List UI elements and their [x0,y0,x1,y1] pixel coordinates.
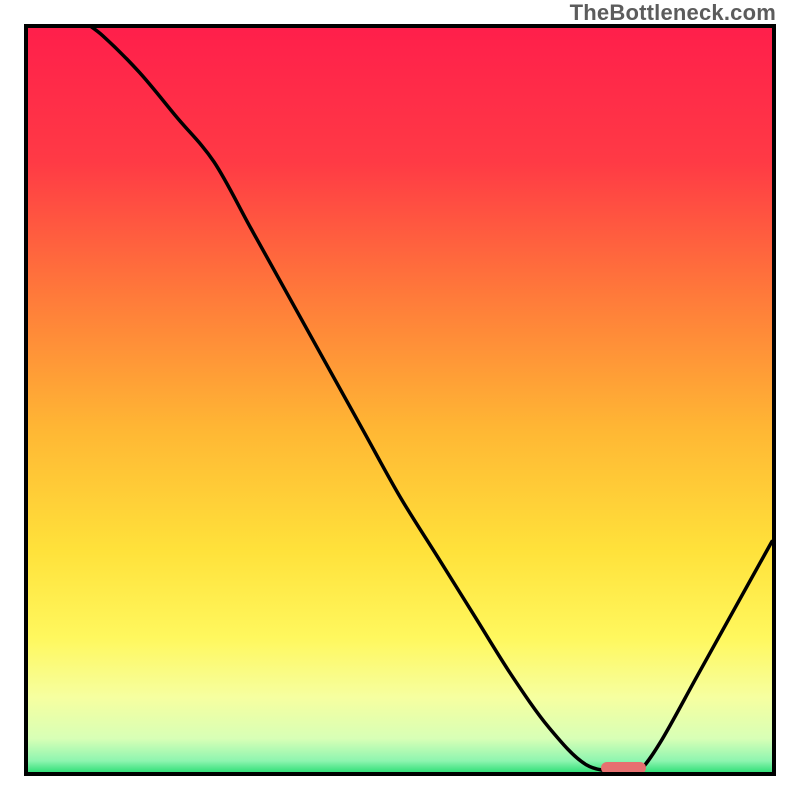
optimal-marker [601,762,646,774]
plot-area [24,24,776,776]
bottleneck-curve [28,28,772,772]
curve-layer [28,28,772,772]
watermark-text: TheBottleneck.com [570,0,776,26]
chart-frame: TheBottleneck.com [0,0,800,800]
